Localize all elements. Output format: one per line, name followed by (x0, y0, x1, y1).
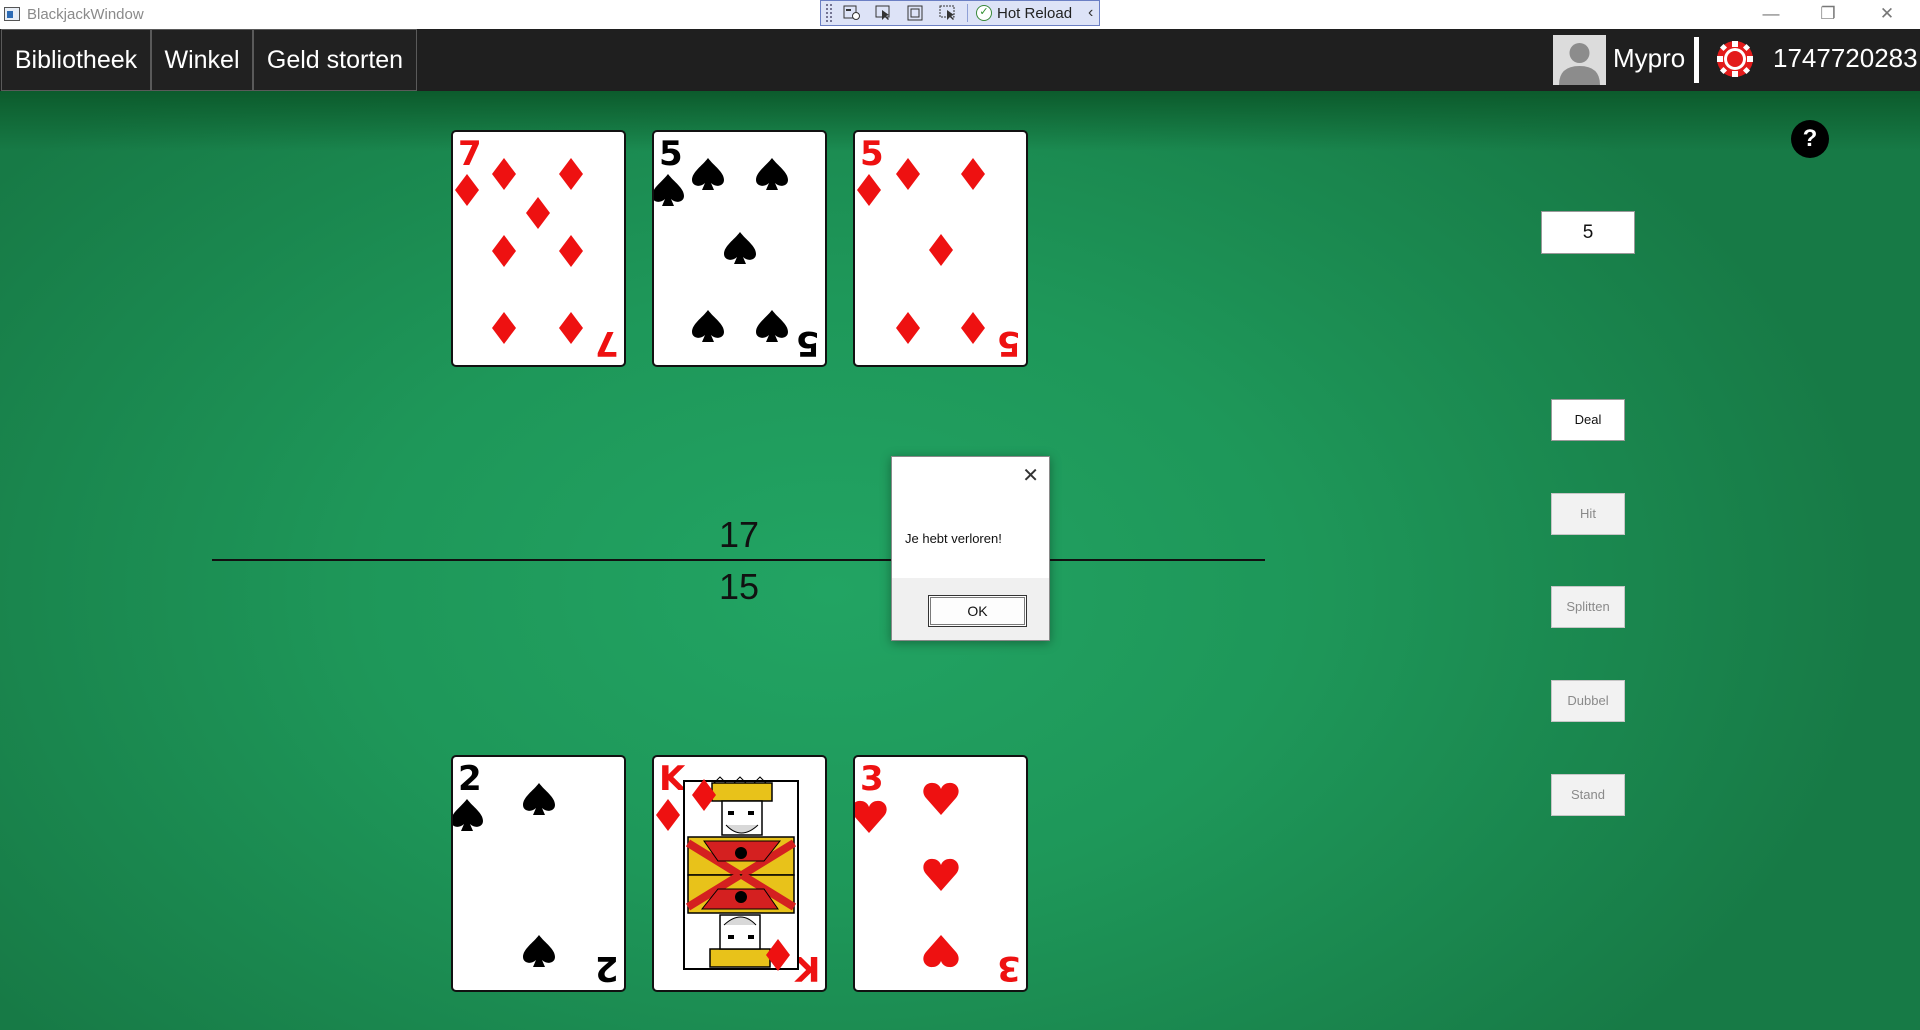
spade-pips-icon (453, 783, 555, 967)
nav-winkel-button[interactable]: Winkel (151, 29, 253, 91)
username: Mypro (1613, 43, 1686, 73)
table-divider-line (212, 559, 1265, 561)
select-element-icon[interactable] (871, 2, 897, 24)
split-button[interactable]: Splitten (1551, 586, 1625, 628)
toolbar-separator (967, 4, 968, 22)
minimize-button[interactable]: — (1746, 2, 1796, 26)
display-layout-adorners-icon[interactable] (903, 2, 929, 24)
poker-chip-icon (1716, 40, 1754, 78)
user-silhouette-icon (1559, 43, 1600, 85)
dialog-footer: OK (892, 578, 1049, 640)
grip-icon[interactable] (825, 3, 833, 23)
debug-toolbar: ✓ Hot Reload ‹ (820, 0, 1100, 26)
dealer-card-1: 7 7 (451, 130, 626, 367)
player-score: 15 (718, 566, 760, 607)
dealer-score: 17 (718, 514, 760, 555)
window-title: BlackjackWindow (27, 6, 144, 23)
result-dialog: ✕ Je hebt verloren! OK (891, 456, 1050, 641)
player-card-1: 2 2 (451, 755, 626, 992)
king-face-icon (656, 776, 799, 971)
track-focus-icon[interactable] (935, 2, 961, 24)
balance-amount: 1747720283 (1773, 43, 1918, 73)
ok-button[interactable]: OK (928, 595, 1027, 627)
close-icon[interactable]: ✕ (1022, 463, 1039, 488)
hot-reload-check-icon: ✓ (976, 5, 992, 21)
dialog-message: Je hebt verloren! (905, 531, 1002, 546)
bet-input[interactable]: 5 (1541, 211, 1635, 254)
stand-button[interactable]: Stand (1551, 774, 1625, 816)
dealer-card-3: 5 5 (853, 130, 1028, 367)
chevron-left-icon[interactable]: ‹ (1088, 4, 1093, 22)
close-window-button[interactable]: ✕ (1862, 2, 1912, 26)
nav-geld-storten-button[interactable]: Geld storten (253, 29, 417, 91)
avatar[interactable] (1553, 35, 1606, 85)
deal-button[interactable]: Deal (1551, 399, 1625, 441)
hit-button[interactable]: Hit (1551, 493, 1625, 535)
player-card-2: K K (652, 755, 827, 992)
nav-bibliotheek-button[interactable]: Bibliotheek (1, 29, 151, 91)
app-navbar: Bibliotheek Winkel Geld storten Mypro 17… (0, 29, 1920, 91)
heart-pips-icon (855, 782, 959, 968)
diamond-pips-icon (455, 158, 583, 344)
player-card-3: 3 3 (853, 755, 1028, 992)
app-icon (4, 7, 20, 21)
help-button[interactable]: ? (1791, 120, 1829, 158)
nav-divider (1694, 37, 1699, 83)
spade-pips-icon (654, 158, 788, 342)
restore-button[interactable]: ❐ (1803, 2, 1853, 26)
dealer-card-2: 5 5 (652, 130, 827, 367)
double-button[interactable]: Dubbel (1551, 680, 1625, 722)
window-titlebar: BlackjackWindow ✓ Hot Reload ‹ — ❐ ✕ (0, 0, 1920, 29)
diamond-pips-icon (857, 158, 985, 344)
hot-reload-label[interactable]: Hot Reload (997, 5, 1072, 22)
live-visual-tree-icon[interactable] (839, 2, 865, 24)
